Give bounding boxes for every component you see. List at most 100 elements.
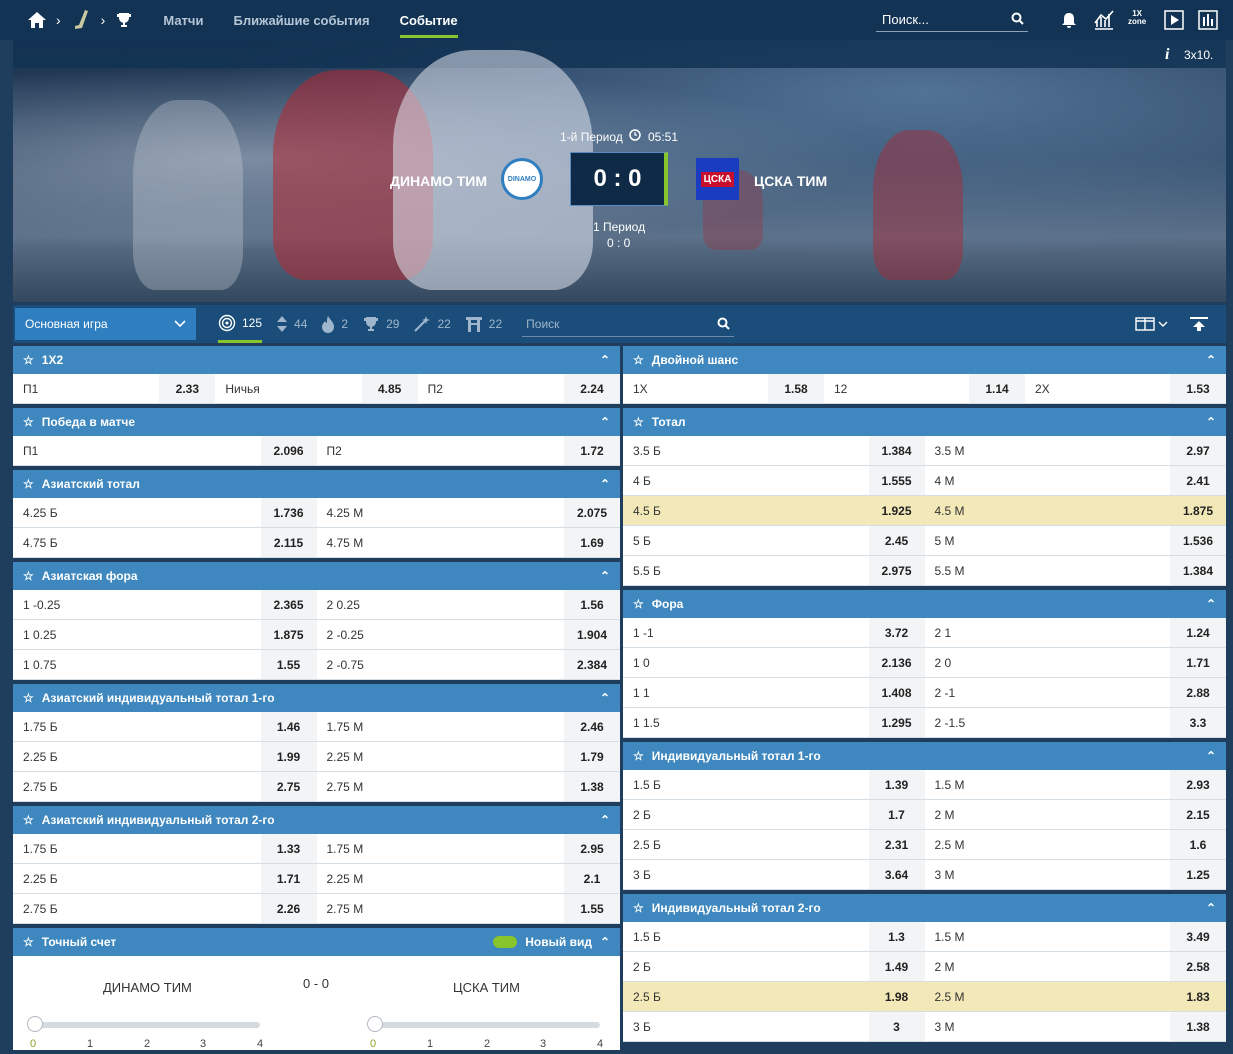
odds-value[interactable]: 4.85 xyxy=(361,374,418,403)
odds-value[interactable]: 1.904 xyxy=(564,620,620,649)
odds-value[interactable]: 2.45 xyxy=(868,526,925,555)
market-header[interactable]: ☆ Точный счет Новый вид ⌃ xyxy=(13,928,620,956)
odds-value[interactable]: 1.49 xyxy=(868,952,925,981)
star-icon[interactable]: ☆ xyxy=(23,935,34,949)
star-icon[interactable]: ☆ xyxy=(23,569,34,583)
odds-value[interactable]: 1.24 xyxy=(1170,618,1226,647)
nav-upcoming[interactable]: Ближайшие события xyxy=(233,0,369,40)
trophy-icon[interactable] xyxy=(115,11,133,29)
filter-trophy[interactable]: 29 xyxy=(362,305,399,343)
star-icon[interactable]: ☆ xyxy=(633,415,644,429)
odds-value[interactable]: 3.49 xyxy=(1170,922,1226,951)
star-icon[interactable]: ☆ xyxy=(633,597,644,611)
hockey-icon[interactable] xyxy=(73,9,91,31)
slider-handle[interactable] xyxy=(367,1016,383,1032)
stats-chart-icon[interactable] xyxy=(1093,9,1115,31)
odds-value[interactable]: 2.88 xyxy=(1170,678,1226,707)
odds-value[interactable]: 1.71 xyxy=(260,864,317,893)
odds-value[interactable]: 1.53 xyxy=(1170,374,1226,403)
odds-value[interactable]: 1.56 xyxy=(564,590,620,619)
filter-wand[interactable]: 22 xyxy=(413,305,451,343)
chevron-up-icon[interactable]: ⌃ xyxy=(600,691,610,705)
home-icon[interactable] xyxy=(26,9,48,31)
team2-goals-slider[interactable] xyxy=(367,1016,600,1032)
odds-value[interactable]: 1.14 xyxy=(969,374,1025,403)
odds-value[interactable]: 1.736 xyxy=(260,498,317,527)
odds-value[interactable]: 1.384 xyxy=(1170,556,1226,585)
star-icon[interactable]: ☆ xyxy=(633,353,644,367)
odds-value[interactable]: 1.536 xyxy=(1170,526,1226,555)
layout-columns-icon[interactable] xyxy=(1135,317,1169,334)
odds-value[interactable]: 1.875 xyxy=(1170,496,1226,525)
search-icon[interactable] xyxy=(1011,12,1024,28)
market-header[interactable]: ☆ Азиатский индивидуальный тотал 2-го ⌃ xyxy=(13,806,620,834)
odds-value[interactable]: 1.925 xyxy=(868,496,925,525)
odds-value[interactable]: 2.46 xyxy=(564,712,620,741)
market-header[interactable]: ☆ Двойной шанс ⌃ xyxy=(623,346,1226,374)
search-input[interactable]: Поиск... xyxy=(876,8,1028,32)
star-icon[interactable]: ☆ xyxy=(633,901,644,915)
odds-value[interactable]: 1.384 xyxy=(868,436,925,465)
odds-value[interactable]: 1.7 xyxy=(868,800,925,829)
odds-value[interactable]: 2.24 xyxy=(563,374,620,403)
odds-value[interactable]: 1.39 xyxy=(868,770,925,799)
odds-value[interactable]: 1.25 xyxy=(1170,860,1226,889)
odds-value[interactable]: 2.1 xyxy=(564,864,620,893)
market-header[interactable]: ☆ Фора ⌃ xyxy=(623,590,1226,618)
odds-value[interactable]: 1.33 xyxy=(260,834,317,863)
odds-value[interactable]: 1.38 xyxy=(564,772,620,801)
odds-value[interactable]: 1.3 xyxy=(868,922,925,951)
slider-handle[interactable] xyxy=(27,1016,43,1032)
nav-event[interactable]: Событие xyxy=(399,0,458,40)
chevron-up-icon[interactable]: ⌃ xyxy=(600,415,610,429)
odds-value[interactable]: 2.95 xyxy=(564,834,620,863)
game-type-dropdown[interactable]: Основная игра xyxy=(15,308,196,340)
nav-matches[interactable]: Матчи xyxy=(163,0,203,40)
odds-value[interactable]: 2.115 xyxy=(260,528,317,557)
filter-all[interactable]: 125 xyxy=(218,305,263,343)
star-icon[interactable]: ☆ xyxy=(23,353,34,367)
star-icon[interactable]: ☆ xyxy=(23,477,34,491)
odds-value[interactable]: 2.97 xyxy=(1170,436,1226,465)
odds-value[interactable]: 1.6 xyxy=(1170,830,1226,859)
filter-gate[interactable]: 22 xyxy=(465,305,502,343)
odds-value[interactable]: 3.72 xyxy=(868,618,925,647)
chevron-up-icon[interactable]: ⌃ xyxy=(600,813,610,827)
odds-value[interactable]: 2.93 xyxy=(1170,770,1226,799)
star-icon[interactable]: ☆ xyxy=(23,415,34,429)
odds-value[interactable]: 1.58 xyxy=(768,374,824,403)
odds-value[interactable]: 1.55 xyxy=(564,894,620,923)
odds-value[interactable]: 2.15 xyxy=(1170,800,1226,829)
filter-sort[interactable]: 44 xyxy=(276,305,307,343)
market-header[interactable]: ☆ Индивидуальный тотал 2-го ⌃ xyxy=(623,894,1226,922)
odds-value[interactable]: 2.365 xyxy=(260,590,317,619)
odds-value[interactable]: 1.46 xyxy=(260,712,317,741)
market-header[interactable]: ☆ 1X2 ⌃ xyxy=(13,346,620,374)
chevron-up-icon[interactable]: ⌃ xyxy=(600,477,610,491)
star-icon[interactable]: ☆ xyxy=(633,749,644,763)
odds-value[interactable]: 2.33 xyxy=(159,374,216,403)
odds-value[interactable]: 3.3 xyxy=(1170,708,1226,737)
bell-icon[interactable] xyxy=(1060,11,1078,29)
odds-value[interactable]: 1.83 xyxy=(1170,982,1226,1011)
odds-value[interactable]: 2.096 xyxy=(260,436,317,465)
odds-value[interactable]: 1.38 xyxy=(1170,1012,1226,1041)
odds-value[interactable]: 1.555 xyxy=(868,466,925,495)
market-header[interactable]: ☆ Азиатский тотал ⌃ xyxy=(13,470,620,498)
odds-value[interactable]: 2.136 xyxy=(868,648,925,677)
market-header[interactable]: ☆ Азиатская фора ⌃ xyxy=(13,562,620,590)
odds-value[interactable]: 1.71 xyxy=(1170,648,1226,677)
odds-value[interactable]: 1.55 xyxy=(260,650,317,679)
chevron-up-icon[interactable]: ⌃ xyxy=(1206,749,1216,763)
collapse-all-icon[interactable] xyxy=(1189,316,1209,335)
info-icon[interactable]: i xyxy=(1165,46,1169,64)
odds-value[interactable]: 2.41 xyxy=(1170,466,1226,495)
odds-value[interactable]: 3.64 xyxy=(868,860,925,889)
team1-goals-slider[interactable] xyxy=(27,1016,260,1032)
odds-value[interactable]: 1.79 xyxy=(564,742,620,771)
filter-hot[interactable]: 2 xyxy=(321,305,348,343)
new-view-toggle[interactable] xyxy=(493,936,518,948)
odds-value[interactable]: 2.075 xyxy=(564,498,620,527)
odds-value[interactable]: 1.69 xyxy=(564,528,620,557)
odds-value[interactable]: 2.58 xyxy=(1170,952,1226,981)
